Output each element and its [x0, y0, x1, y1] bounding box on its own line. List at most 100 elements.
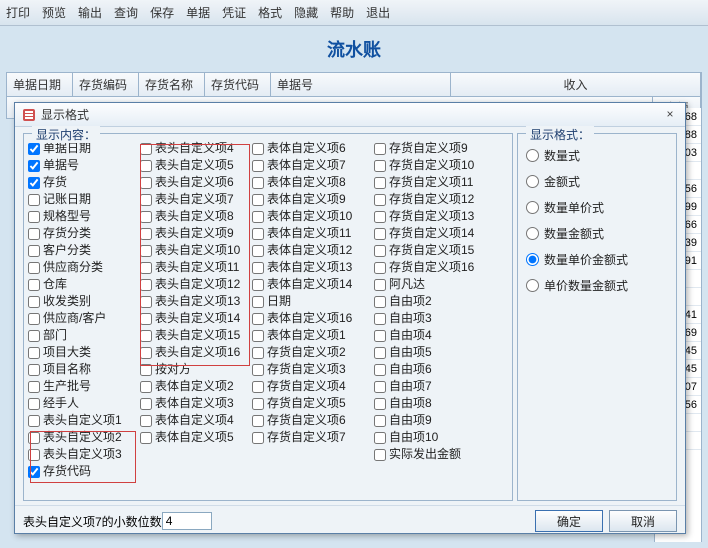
field-checkbox[interactable]: 表头自定义项2	[28, 429, 140, 446]
field-checkbox[interactable]: 表体自定义项3	[140, 395, 252, 412]
field-checkbox[interactable]: 表头自定义项1	[28, 412, 140, 429]
format-radio[interactable]: 数量式	[526, 142, 668, 168]
cancel-button[interactable]: 取消	[609, 510, 677, 532]
field-checkbox[interactable]: 表头自定义项3	[28, 446, 140, 463]
field-checkbox[interactable]: 实际发出金额	[374, 446, 496, 463]
menu-打印[interactable]: 打印	[6, 4, 30, 21]
field-checkbox[interactable]: 表头自定义项5	[140, 157, 252, 174]
field-checkbox[interactable]: 存货自定义项16	[374, 259, 496, 276]
field-checkbox[interactable]: 阿凡达	[374, 276, 496, 293]
field-checkbox[interactable]: 表头自定义项7	[140, 191, 252, 208]
menu-退出[interactable]: 退出	[366, 4, 390, 21]
col-header[interactable]: 单据号	[271, 73, 451, 96]
decimal-input[interactable]	[162, 512, 212, 530]
field-checkbox[interactable]: 表体自定义项5	[140, 429, 252, 446]
field-checkbox[interactable]: 自由项6	[374, 361, 496, 378]
field-checkbox[interactable]: 表头自定义项15	[140, 327, 252, 344]
field-checkbox[interactable]: 表头自定义项16	[140, 344, 252, 361]
field-checkbox[interactable]: 供应商分类	[28, 259, 140, 276]
field-checkbox[interactable]: 存货代码	[28, 463, 140, 480]
field-checkbox[interactable]: 自由项5	[374, 344, 496, 361]
field-checkbox[interactable]: 表体自定义项14	[252, 276, 374, 293]
field-checkbox[interactable]: 经手人	[28, 395, 140, 412]
field-checkbox[interactable]: 自由项9	[374, 412, 496, 429]
ok-button[interactable]: 确定	[535, 510, 603, 532]
field-checkbox[interactable]: 存货自定义项14	[374, 225, 496, 242]
menu-查询[interactable]: 查询	[114, 4, 138, 21]
field-checkbox[interactable]: 存货自定义项11	[374, 174, 496, 191]
col-header[interactable]: 收入	[451, 73, 701, 96]
field-checkbox[interactable]: 自由项10	[374, 429, 496, 446]
field-checkbox[interactable]: 表头自定义项4	[140, 140, 252, 157]
menu-保存[interactable]: 保存	[150, 4, 174, 21]
menu-帮助[interactable]: 帮助	[330, 4, 354, 21]
format-radio[interactable]: 数量金额式	[526, 220, 668, 246]
field-checkbox[interactable]: 仓库	[28, 276, 140, 293]
field-checkbox[interactable]: 表体自定义项16	[252, 310, 374, 327]
field-checkbox[interactable]: 表头自定义项11	[140, 259, 252, 276]
menu-单据[interactable]: 单据	[186, 4, 210, 21]
format-radio[interactable]: 单价数量金额式	[526, 272, 668, 298]
field-checkbox[interactable]: 表头自定义项6	[140, 174, 252, 191]
field-checkbox[interactable]: 日期	[252, 293, 374, 310]
field-checkbox[interactable]: 表体自定义项2	[140, 378, 252, 395]
menu-输出[interactable]: 输出	[78, 4, 102, 21]
field-checkbox[interactable]: 存货自定义项9	[374, 140, 496, 157]
field-checkbox[interactable]: 自由项7	[374, 378, 496, 395]
field-checkbox[interactable]: 供应商/客户	[28, 310, 140, 327]
field-checkbox[interactable]: 存货自定义项12	[374, 191, 496, 208]
field-checkbox[interactable]: 表头自定义项14	[140, 310, 252, 327]
field-checkbox[interactable]: 客户分类	[28, 242, 140, 259]
field-checkbox[interactable]: 表体自定义项7	[252, 157, 374, 174]
format-radio[interactable]: 数量单价式	[526, 194, 668, 220]
field-checkbox[interactable]: 表体自定义项8	[252, 174, 374, 191]
field-checkbox[interactable]: 自由项3	[374, 310, 496, 327]
field-checkbox[interactable]: 表体自定义项1	[252, 327, 374, 344]
field-checkbox[interactable]: 规格型号	[28, 208, 140, 225]
field-checkbox[interactable]: 表体自定义项6	[252, 140, 374, 157]
format-radio[interactable]: 金额式	[526, 168, 668, 194]
field-checkbox[interactable]: 表头自定义项13	[140, 293, 252, 310]
field-checkbox[interactable]: 表头自定义项8	[140, 208, 252, 225]
field-checkbox[interactable]: 表体自定义项12	[252, 242, 374, 259]
field-checkbox[interactable]: 表体自定义项10	[252, 208, 374, 225]
close-icon[interactable]: ×	[661, 107, 679, 123]
field-checkbox[interactable]: 记账日期	[28, 191, 140, 208]
field-checkbox[interactable]: 表头自定义项10	[140, 242, 252, 259]
menu-隐藏[interactable]: 隐藏	[294, 4, 318, 21]
field-checkbox[interactable]: 存货自定义项10	[374, 157, 496, 174]
field-checkbox[interactable]: 单据号	[28, 157, 140, 174]
field-checkbox[interactable]: 存货自定义项4	[252, 378, 374, 395]
col-header[interactable]: 存货编码	[73, 73, 139, 96]
field-checkbox[interactable]: 存货自定义项5	[252, 395, 374, 412]
col-header[interactable]: 存货代码	[205, 73, 271, 96]
field-checkbox[interactable]: 表头自定义项12	[140, 276, 252, 293]
field-checkbox[interactable]: 表体自定义项13	[252, 259, 374, 276]
field-checkbox[interactable]: 项目大类	[28, 344, 140, 361]
field-checkbox[interactable]: 存货自定义项15	[374, 242, 496, 259]
field-checkbox[interactable]: 存货分类	[28, 225, 140, 242]
field-checkbox[interactable]: 按对方	[140, 361, 252, 378]
field-checkbox[interactable]: 自由项8	[374, 395, 496, 412]
field-checkbox[interactable]: 生产批号	[28, 378, 140, 395]
field-checkbox[interactable]: 存货	[28, 174, 140, 191]
menu-格式[interactable]: 格式	[258, 4, 282, 21]
field-checkbox[interactable]: 表体自定义项4	[140, 412, 252, 429]
col-header[interactable]: 单据日期	[7, 73, 73, 96]
field-checkbox[interactable]: 自由项2	[374, 293, 496, 310]
field-checkbox[interactable]: 存货自定义项3	[252, 361, 374, 378]
field-checkbox[interactable]: 存货自定义项6	[252, 412, 374, 429]
field-checkbox[interactable]: 存货自定义项2	[252, 344, 374, 361]
field-checkbox[interactable]: 部门	[28, 327, 140, 344]
field-checkbox[interactable]: 自由项4	[374, 327, 496, 344]
format-radio[interactable]: 数量单价金额式	[526, 246, 668, 272]
field-checkbox[interactable]: 存货自定义项7	[252, 429, 374, 446]
field-checkbox[interactable]: 表头自定义项9	[140, 225, 252, 242]
menu-凭证[interactable]: 凭证	[222, 4, 246, 21]
field-checkbox[interactable]: 表体自定义项9	[252, 191, 374, 208]
col-header[interactable]: 存货名称	[139, 73, 205, 96]
menu-预览[interactable]: 预览	[42, 4, 66, 21]
field-checkbox[interactable]: 收发类别	[28, 293, 140, 310]
field-checkbox[interactable]: 表体自定义项11	[252, 225, 374, 242]
field-checkbox[interactable]: 项目名称	[28, 361, 140, 378]
